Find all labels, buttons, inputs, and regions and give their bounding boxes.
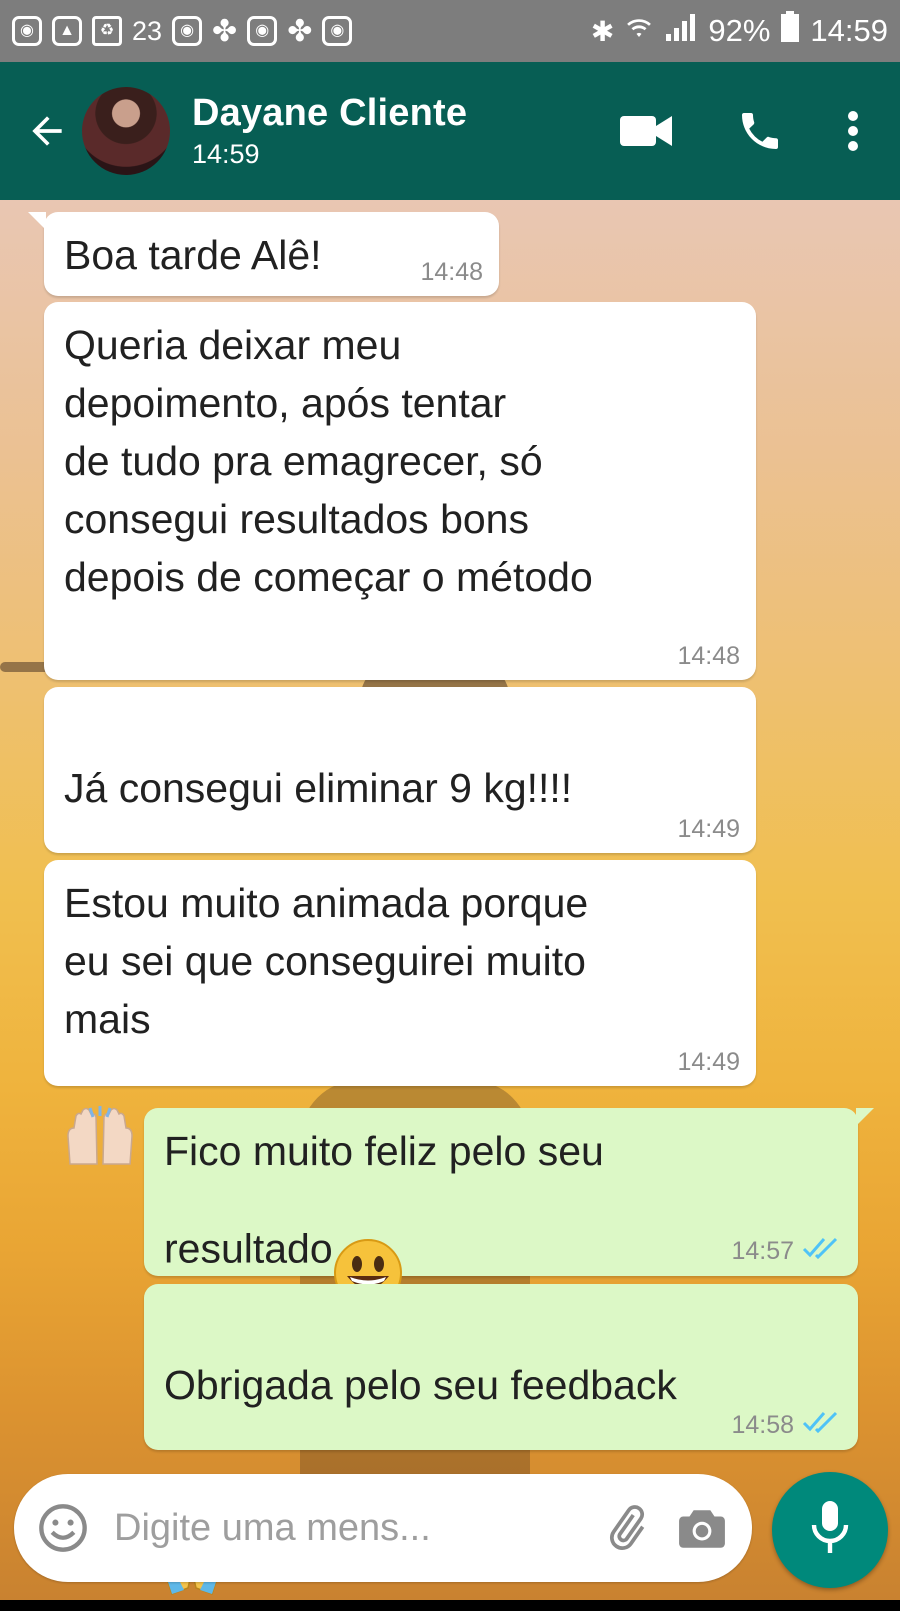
emoji-icon[interactable] — [36, 1501, 90, 1555]
double-check-read-icon — [802, 1236, 842, 1266]
message-bubble-incoming[interactable]: Estou muito animada porque eu sei que co… — [44, 860, 756, 1165]
battery-icon — [780, 11, 800, 51]
status-bar: ◉ ▲ ♻ 23 ◉ ✤ ◉ ✤ ◉ ✱ 92% 14:59 — [0, 0, 900, 62]
message-text: Já consegui eliminar 9 kg!!!! — [64, 765, 573, 811]
message-bubble-outgoing[interactable]: Fico muito feliz pelo seu resultado 14:5… — [144, 1108, 874, 1307]
message-time: 14:49 — [677, 815, 740, 843]
double-check-read-icon — [802, 1410, 842, 1440]
message-text: Obrigada pelo seu feedback — [164, 1362, 677, 1408]
bluetooth-icon: ✱ — [590, 15, 615, 47]
notification-count: 23 — [132, 15, 163, 46]
instagram-icon: ◉ — [12, 16, 42, 46]
raising-hands-emoji-icon — [64, 1048, 136, 1181]
instagram-icon: ◉ — [247, 16, 278, 46]
more-vert-icon[interactable] — [846, 109, 860, 153]
message-composer: Digite uma mens... — [14, 1474, 752, 1582]
avatar[interactable] — [82, 87, 170, 175]
chat-header: Dayane Cliente 14:59 — [0, 62, 900, 200]
message-text: Estou muito animada porque eu sei que co… — [64, 880, 589, 1042]
message-time: 14:57 — [731, 1237, 794, 1265]
message-bubble-outgoing[interactable]: Obrigada pelo seu feedback 14:58 — [144, 1284, 858, 1595]
back-arrow-icon[interactable] — [16, 100, 78, 162]
message-bubble-incoming[interactable]: Boa tarde Alê! 14:48 — [28, 212, 499, 296]
instagram-icon: ◉ — [322, 16, 353, 46]
signal-icon — [664, 12, 698, 50]
message-time: 14:49 — [677, 1048, 740, 1076]
mic-button[interactable] — [772, 1472, 888, 1588]
message-time: 14:48 — [420, 258, 483, 286]
message-input[interactable]: Digite uma mens... — [114, 1507, 578, 1550]
battery-percent: 92% — [708, 13, 771, 48]
message-time: 14:58 — [731, 1411, 794, 1439]
video-call-icon[interactable] — [620, 114, 674, 148]
instagram-icon: ◉ — [172, 16, 203, 46]
camera-icon[interactable] — [674, 1500, 730, 1556]
message-bubble-incoming[interactable]: Já consegui eliminar 9 kg!!!! 14:49 — [44, 687, 756, 1002]
pinwheel-icon: ✤ — [212, 14, 238, 48]
message-time: 14:48 — [677, 642, 740, 670]
pinwheel-icon: ✤ — [287, 14, 313, 48]
mic-icon — [806, 1499, 854, 1562]
clock: 14:59 — [810, 13, 888, 48]
attach-icon[interactable] — [598, 1500, 654, 1556]
phone-icon[interactable] — [736, 107, 784, 155]
contact-name: Dayane Cliente — [192, 92, 468, 134]
message-text: Queria deixar meu depoimento, após tenta… — [64, 322, 593, 600]
image-icon: ▲ — [52, 16, 82, 46]
contact-info[interactable]: Dayane Cliente 14:59 — [192, 92, 467, 170]
battery-saver-icon: ♻ — [92, 16, 122, 46]
contact-status: 14:59 — [192, 139, 260, 169]
message-bubble-incoming[interactable]: Queria deixar meu depoimento, após tenta… — [44, 302, 756, 680]
wifi-icon — [624, 12, 654, 50]
